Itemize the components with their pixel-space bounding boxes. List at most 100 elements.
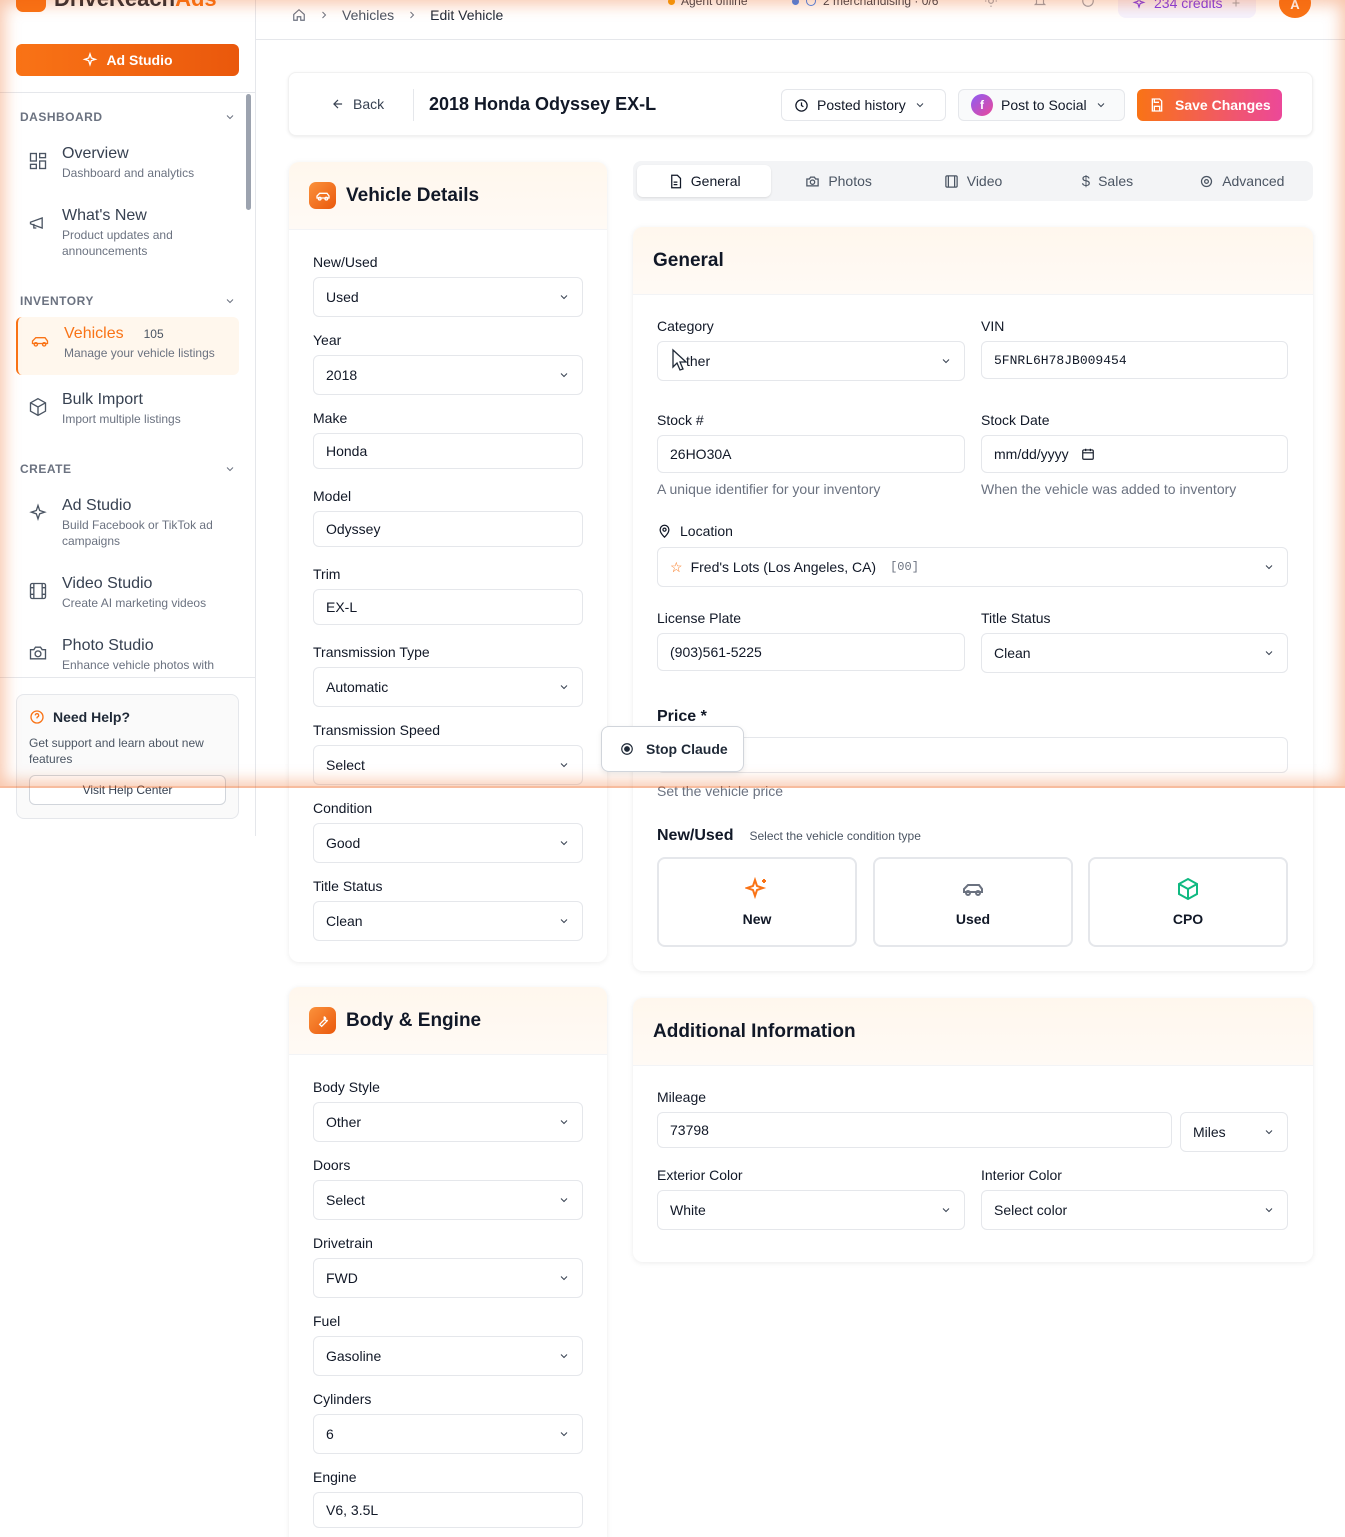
sidebar-item-overview[interactable]: Overview Dashboard and analytics (16, 137, 239, 189)
interior-color-select[interactable]: Select color (981, 1190, 1288, 1230)
post-to-social-button[interactable]: f Post to Social (958, 89, 1125, 121)
additional-info-header: Additional Information (633, 998, 1313, 1066)
tab-sales[interactable]: $ Sales (1040, 165, 1174, 197)
new-used-label-row: New/Used Select the vehicle condition typ… (657, 827, 921, 845)
tab-label: Sales (1098, 173, 1134, 189)
chevron-down-icon (560, 1120, 568, 1125)
chevron-down-icon (560, 763, 568, 768)
sidebar-item-whats-new[interactable]: What's New Product updates and announceme… (16, 199, 239, 267)
section-inventory[interactable]: INVENTORY (20, 294, 236, 308)
app-logo[interactable]: DriveReachAds (16, 0, 217, 12)
field-label: Fuel (313, 1313, 341, 1329)
vin-input[interactable]: 5FNRL6H78JB009454 (981, 341, 1288, 379)
select-field[interactable]: Good (313, 823, 583, 863)
mileage-input[interactable]: 73798 (657, 1112, 1172, 1148)
back-button[interactable]: Back (331, 96, 384, 112)
additional-info-card: Additional Information Mileage 73798 Mil… (633, 998, 1313, 1262)
cursor-icon (672, 348, 688, 371)
sidebar-scrollbar[interactable] (246, 94, 251, 210)
car-icon (31, 337, 49, 347)
text-field[interactable]: Honda (313, 433, 583, 469)
visit-help-center-button[interactable]: Visit Help Center (29, 775, 226, 805)
sidebar-item-video-studio[interactable]: Video Studio Create AI marketing videos (16, 567, 239, 619)
category-select[interactable]: ther (657, 341, 965, 381)
gear-icon (1201, 175, 1213, 187)
select-field[interactable]: Select (313, 745, 583, 785)
license-plate-label: License Plate (657, 610, 742, 626)
file-icon (670, 174, 681, 188)
option-new[interactable]: New (657, 857, 857, 947)
app-name: DriveReach (54, 0, 175, 11)
posted-history-button[interactable]: Posted history (781, 89, 946, 121)
field-label: Doors (313, 1157, 351, 1173)
sun-icon[interactable] (984, 0, 998, 8)
title-status-select[interactable]: Clean (981, 633, 1288, 673)
merch-status[interactable]: 2 merchandising · 0/6 (792, 0, 938, 8)
tab-general[interactable]: General (637, 165, 772, 197)
divider (0, 677, 256, 678)
mileage-value: 73798 (670, 1122, 709, 1138)
field-label: New/Used (313, 254, 378, 270)
help-icon[interactable] (1081, 0, 1095, 8)
field-label: Condition (313, 800, 373, 816)
option-cpo[interactable]: CPO (1088, 857, 1288, 947)
select-field[interactable]: 6 (313, 1414, 583, 1454)
tab-video[interactable]: Video (906, 165, 1040, 197)
agent-status[interactable]: Agent offline (668, 0, 748, 8)
credits-button[interactable]: 234 credits (1118, 0, 1257, 18)
sidebar-item-photo-studio[interactable]: Photo Studio Enhance vehicle photos with (16, 629, 239, 675)
section-dashboard[interactable]: DASHBOARD (20, 110, 236, 124)
option-used[interactable]: Used (873, 857, 1073, 947)
tab-photos[interactable]: Photos (771, 165, 905, 197)
sidebar-item-vehicles[interactable]: Vehicles 105 Manage your vehicle listings (16, 317, 239, 375)
stop-claude-button[interactable]: Stop Claude (601, 726, 744, 772)
help-text: Get support and learn about new features (29, 736, 204, 766)
ad-studio-button[interactable]: Ad Studio (16, 44, 239, 76)
agent-status-label: Agent offline (681, 0, 748, 8)
select-field[interactable]: FWD (313, 1258, 583, 1298)
map-pin-icon (659, 524, 670, 538)
select-field[interactable]: Automatic (313, 667, 583, 707)
license-plate-input[interactable]: (903)561-5225 (657, 633, 965, 671)
exterior-color-select[interactable]: White (657, 1190, 965, 1230)
field-label: Year (313, 332, 342, 348)
text-field[interactable]: Odyssey (313, 511, 583, 547)
location-value: Fred's Lots (Los Angeles, CA) (690, 559, 877, 575)
section-create[interactable]: CREATE (20, 462, 236, 476)
field-label: Body Style (313, 1079, 380, 1095)
bell-icon[interactable] (1033, 0, 1047, 8)
location-select[interactable]: ☆ Fred's Lots (Los Angeles, CA) [00] (657, 547, 1288, 587)
chevron-down-icon (560, 1198, 568, 1203)
body-engine-header: Body & Engine (289, 987, 607, 1055)
stock-date-input[interactable]: mm/dd/yyyy (981, 435, 1288, 473)
mileage-unit-select[interactable]: Miles (1180, 1112, 1288, 1152)
text-field[interactable]: EX-L (313, 589, 583, 625)
avatar[interactable]: A (1279, 0, 1311, 18)
stop-icon (621, 743, 633, 755)
title-status-value: Clean (994, 645, 1031, 661)
stock-input[interactable]: 26HO30A (657, 435, 965, 473)
sidebar-item-ad-studio[interactable]: Ad Studio Build Facebook or TikTok ad cam… (16, 489, 239, 557)
sidebar-item-bulk-import[interactable]: Bulk Import Import multiple listings (16, 383, 239, 435)
select-field[interactable]: Used (313, 277, 583, 317)
tab-advanced[interactable]: Advanced (1175, 165, 1309, 197)
select-field[interactable]: Clean (313, 901, 583, 941)
select-field[interactable]: 2018 (313, 355, 583, 395)
posted-history-label: Posted history (817, 97, 906, 113)
home-icon[interactable] (292, 8, 306, 22)
body-engine-card: Body & Engine Body Style Other Doors Select… (289, 987, 607, 1537)
text-field[interactable]: V6, 3.5L (313, 1492, 583, 1528)
select-field[interactable]: Other (313, 1102, 583, 1142)
sidebar-item-subtitle: Dashboard and analytics (62, 166, 195, 180)
price-input[interactable] (657, 737, 1288, 773)
star-icon: ☆ (670, 558, 683, 575)
select-field[interactable]: Select (313, 1180, 583, 1220)
select-field[interactable]: Gasoline (313, 1336, 583, 1376)
chevron-down-icon (560, 1432, 568, 1437)
status-dot (792, 0, 799, 5)
breadcrumb-vehicles[interactable]: Vehicles (342, 7, 394, 23)
save-changes-button[interactable]: Save Changes (1137, 89, 1282, 121)
sidebar-item-subtitle: Product updates and announcements (62, 228, 173, 258)
sidebar-item-title: Video Studio (62, 575, 153, 592)
sidebar-item-subtitle: Manage your vehicle listings (64, 346, 215, 360)
